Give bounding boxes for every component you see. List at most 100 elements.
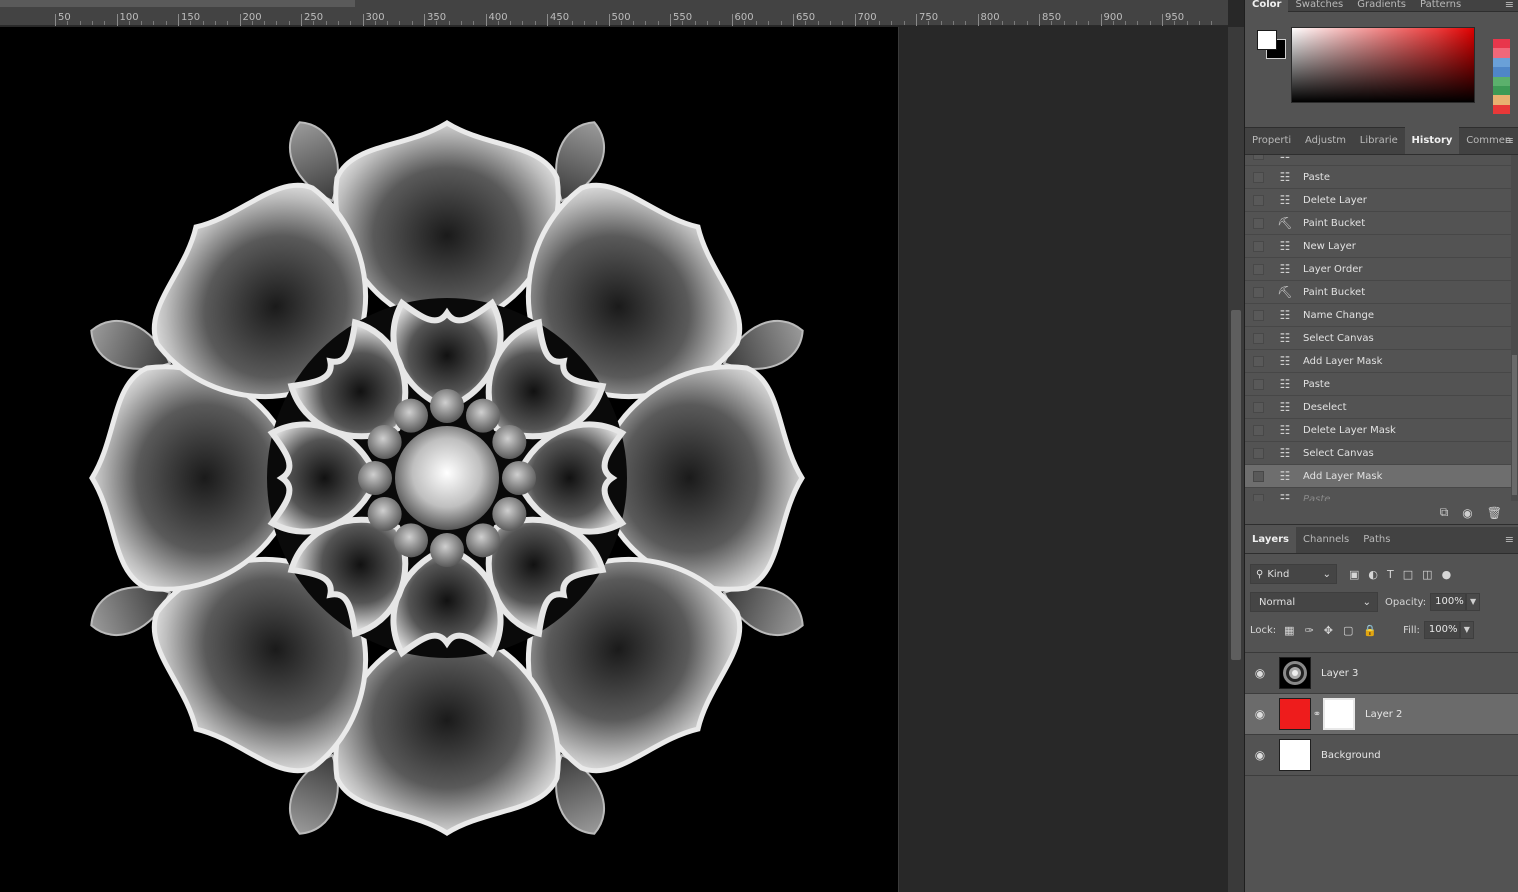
layer-name[interactable]: Layer 2 bbox=[1365, 709, 1402, 720]
lock-artboard-icon[interactable]: ▢ bbox=[1343, 624, 1353, 637]
history-source-checkbox[interactable] bbox=[1253, 493, 1264, 501]
document-canvas[interactable] bbox=[0, 27, 899, 892]
tab-paths[interactable]: Paths bbox=[1356, 526, 1397, 553]
tab-swatches[interactable]: Swatches bbox=[1288, 0, 1350, 12]
history-source-checkbox[interactable] bbox=[1253, 424, 1264, 436]
tab-layers[interactable]: Layers bbox=[1245, 526, 1296, 553]
history-item[interactable]: ☷ Select Canvas bbox=[1245, 327, 1518, 350]
foreground-color-swatch[interactable] bbox=[1257, 30, 1277, 50]
history-item[interactable]: ⛏ Paint Bucket bbox=[1245, 212, 1518, 235]
tab-adjustments[interactable]: Adjustm bbox=[1298, 127, 1353, 154]
hue-swatch[interactable] bbox=[1493, 85, 1510, 96]
history-source-checkbox[interactable] bbox=[1253, 447, 1264, 459]
fill-dropdown[interactable]: ▼ bbox=[1459, 621, 1474, 639]
layer-row[interactable]: ◉ ⚭ Layer 2 bbox=[1245, 694, 1518, 735]
history-source-checkbox[interactable] bbox=[1253, 309, 1264, 321]
history-source-checkbox[interactable] bbox=[1253, 378, 1264, 390]
opacity-dropdown[interactable]: ▼ bbox=[1466, 593, 1481, 611]
tab-properties[interactable]: Properti bbox=[1245, 127, 1298, 154]
history-item[interactable]: ☷ Delete Layer Mask bbox=[1245, 419, 1518, 442]
hue-swatch[interactable] bbox=[1493, 67, 1510, 77]
color-spectrum-field[interactable] bbox=[1291, 27, 1475, 103]
tab-channels[interactable]: Channels bbox=[1296, 526, 1356, 553]
layer-thumbnail[interactable] bbox=[1279, 657, 1311, 689]
history-item[interactable]: ☷ New Layer bbox=[1245, 235, 1518, 258]
layer-name[interactable]: Background bbox=[1321, 750, 1381, 761]
panel-menu-icon[interactable]: ≡ bbox=[1505, 0, 1514, 11]
layer-mask-thumbnail[interactable] bbox=[1323, 698, 1355, 730]
lock-move-icon[interactable]: ✥ bbox=[1324, 624, 1333, 637]
layer-name[interactable]: Layer 3 bbox=[1321, 668, 1358, 679]
history-item[interactable]: ☷ Add Layer Mask bbox=[1245, 465, 1518, 488]
tab-history[interactable]: History bbox=[1404, 127, 1460, 154]
history-source-checkbox[interactable] bbox=[1253, 155, 1264, 160]
history-item[interactable]: ☷ Paste bbox=[1245, 488, 1518, 501]
lock-paint-icon[interactable]: ✑ bbox=[1305, 624, 1314, 637]
history-source-checkbox[interactable] bbox=[1253, 332, 1264, 344]
history-source-checkbox[interactable] bbox=[1253, 217, 1264, 229]
history-scrollbar-thumb[interactable] bbox=[1512, 355, 1517, 495]
tab-libraries[interactable]: Librarie bbox=[1353, 127, 1405, 154]
hue-swatch[interactable] bbox=[1493, 48, 1510, 58]
history-source-checkbox[interactable] bbox=[1253, 286, 1264, 298]
tab-patterns[interactable]: Patterns bbox=[1413, 0, 1468, 12]
visibility-eye-icon[interactable]: ◉ bbox=[1245, 707, 1275, 721]
smart-object-filter-icon[interactable]: ◫ bbox=[1422, 568, 1432, 581]
history-source-checkbox[interactable] bbox=[1253, 401, 1264, 413]
hue-swatch[interactable] bbox=[1493, 104, 1510, 115]
canvas-workspace[interactable] bbox=[0, 27, 1228, 892]
image-filter-icon[interactable]: ▣ bbox=[1349, 568, 1359, 581]
layer-thumbnail[interactable] bbox=[1279, 698, 1311, 730]
mask-link-chain-icon[interactable]: ⚭ bbox=[1311, 709, 1323, 720]
layer-row[interactable]: ◉ Layer 3 bbox=[1245, 653, 1518, 694]
history-item[interactable]: ☷ Layer Order bbox=[1245, 258, 1518, 281]
lock-all-icon[interactable]: 🔒 bbox=[1363, 624, 1377, 637]
type-filter-icon[interactable]: T bbox=[1387, 568, 1394, 581]
hue-strip[interactable] bbox=[1493, 39, 1510, 115]
history-source-checkbox[interactable] bbox=[1253, 171, 1264, 183]
blend-mode-select[interactable]: Normal ⌄ bbox=[1250, 592, 1378, 612]
history-source-checkbox[interactable] bbox=[1253, 240, 1264, 252]
layer-row[interactable]: ◉ Background bbox=[1245, 735, 1518, 776]
trash-icon[interactable]: 🗑 bbox=[1487, 506, 1502, 520]
lock-transparent-icon[interactable]: ▦ bbox=[1284, 624, 1294, 637]
panel-menu-icon[interactable]: ≡ bbox=[1505, 134, 1514, 147]
history-item[interactable]: ⛏ Paint Bucket bbox=[1245, 281, 1518, 304]
history-source-checkbox[interactable] bbox=[1253, 355, 1264, 367]
hue-swatch[interactable] bbox=[1493, 39, 1510, 49]
history-source-checkbox[interactable] bbox=[1253, 263, 1264, 275]
tab-gradients[interactable]: Gradients bbox=[1350, 0, 1413, 12]
history-item[interactable]: ☷ Paste bbox=[1245, 373, 1518, 396]
visibility-eye-icon[interactable]: ◉ bbox=[1245, 666, 1275, 680]
history-item[interactable]: ☷ Paste bbox=[1245, 166, 1518, 189]
fill-field[interactable]: 100% bbox=[1423, 621, 1460, 639]
history-item[interactable]: ☷ bbox=[1245, 155, 1518, 166]
vertical-scrollbar-thumb[interactable] bbox=[1231, 310, 1241, 660]
visibility-eye-icon[interactable]: ◉ bbox=[1245, 748, 1275, 762]
tab-color[interactable]: Color bbox=[1245, 0, 1289, 12]
panel-menu-icon[interactable]: ≡ bbox=[1505, 533, 1514, 546]
hue-swatch[interactable] bbox=[1493, 95, 1510, 105]
layer-thumbnail[interactable] bbox=[1279, 739, 1311, 771]
opacity-field[interactable]: 100% bbox=[1430, 593, 1467, 611]
new-document-from-state-icon[interactable]: ⧉ bbox=[1440, 505, 1449, 520]
ruler-minor-tick bbox=[448, 21, 450, 25]
history-item[interactable]: ☷ Name Change bbox=[1245, 304, 1518, 327]
vertical-scrollbar[interactable] bbox=[1228, 27, 1244, 892]
shape-filter-icon[interactable]: □ bbox=[1403, 568, 1413, 581]
history-item[interactable]: ☷ Deselect bbox=[1245, 396, 1518, 419]
hue-swatch[interactable] bbox=[1493, 57, 1510, 68]
horizontal-ruler[interactable]: 50 100 150 200 250 300 350 400 450 500 550 600 650 70… bbox=[0, 0, 1228, 26]
history-item[interactable]: ☷ Add Layer Mask bbox=[1245, 350, 1518, 373]
history-item[interactable]: ☷ Delete Layer bbox=[1245, 189, 1518, 212]
history-item[interactable]: ☷ Select Canvas bbox=[1245, 442, 1518, 465]
filter-kind-select[interactable]: ⚲ Kind ⌄ bbox=[1250, 564, 1337, 584]
history-scrollbar[interactable] bbox=[1511, 155, 1518, 501]
history-source-checkbox[interactable] bbox=[1253, 194, 1264, 206]
history-source-checkbox[interactable] bbox=[1253, 470, 1264, 482]
snapshot-camera-icon[interactable]: ◉ bbox=[1462, 506, 1472, 520]
adjustment-filter-icon[interactable]: ◐ bbox=[1368, 568, 1378, 581]
hue-swatch[interactable] bbox=[1493, 76, 1510, 86]
horizontal-scrollbar-thumb[interactable] bbox=[0, 0, 355, 7]
filter-toggle-icon[interactable]: ● bbox=[1442, 568, 1452, 581]
